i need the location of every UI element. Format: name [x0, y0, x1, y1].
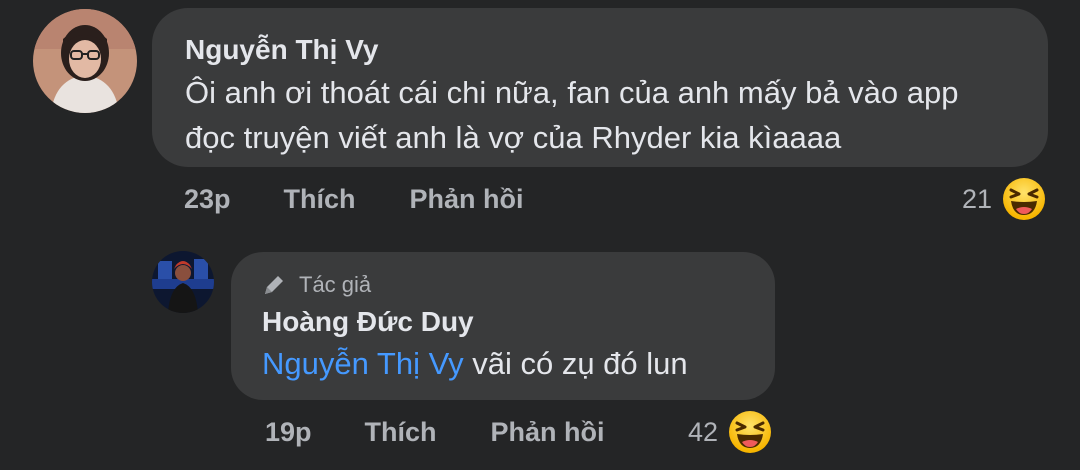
reply-like-button[interactable]: Thích [365, 417, 437, 448]
reply-reactions[interactable]: 42 [688, 410, 772, 454]
comment-timestamp[interactable]: 23p [184, 184, 231, 215]
reply-text: vãi có zụ đó lun [472, 346, 688, 381]
author-badge-label: Tác giả [299, 272, 372, 297]
reply-actions: 19p Thích Phản hồi [265, 417, 605, 448]
comment-author-avatar[interactable] [33, 9, 137, 113]
pen-icon [261, 272, 287, 298]
comment-bubble[interactable]: Nguyễn Thị Vy Ôi anh ơi thoát cái chi nữ… [152, 8, 1048, 167]
reply-bubble[interactable]: Tác giả Hoàng Đức Duy Nguyễn Thị Vy vãi … [231, 252, 775, 400]
comment-actions: 23p Thích Phản hồi [184, 184, 524, 215]
comment-text: Ôi anh ơi thoát cái chi nữa, fan của anh… [185, 75, 959, 155]
comment-like-button[interactable]: Thích [284, 184, 356, 215]
author-badge: Tác giả [261, 272, 371, 298]
reply-mention-link[interactable]: Nguyễn Thị Vy [262, 346, 464, 381]
reply-author-avatar[interactable] [152, 251, 214, 313]
reply-text-line: Nguyễn Thị Vy vãi có zụ đó lun [262, 344, 688, 384]
laughing-emoji-icon [728, 410, 772, 454]
reply-reply-button[interactable]: Phản hồi [491, 417, 605, 448]
reply-author-name[interactable]: Hoàng Đức Duy [262, 306, 474, 338]
comment-reactions[interactable]: 21 [962, 177, 1046, 221]
reply-timestamp[interactable]: 19p [265, 417, 312, 448]
comment-reply-button[interactable]: Phản hồi [410, 184, 524, 215]
reply-reaction-count: 42 [688, 416, 719, 447]
comment-reaction-count: 21 [962, 183, 993, 214]
comment-author-name[interactable]: Nguyễn Thị Vy [185, 34, 378, 66]
laughing-emoji-icon [1002, 177, 1046, 221]
